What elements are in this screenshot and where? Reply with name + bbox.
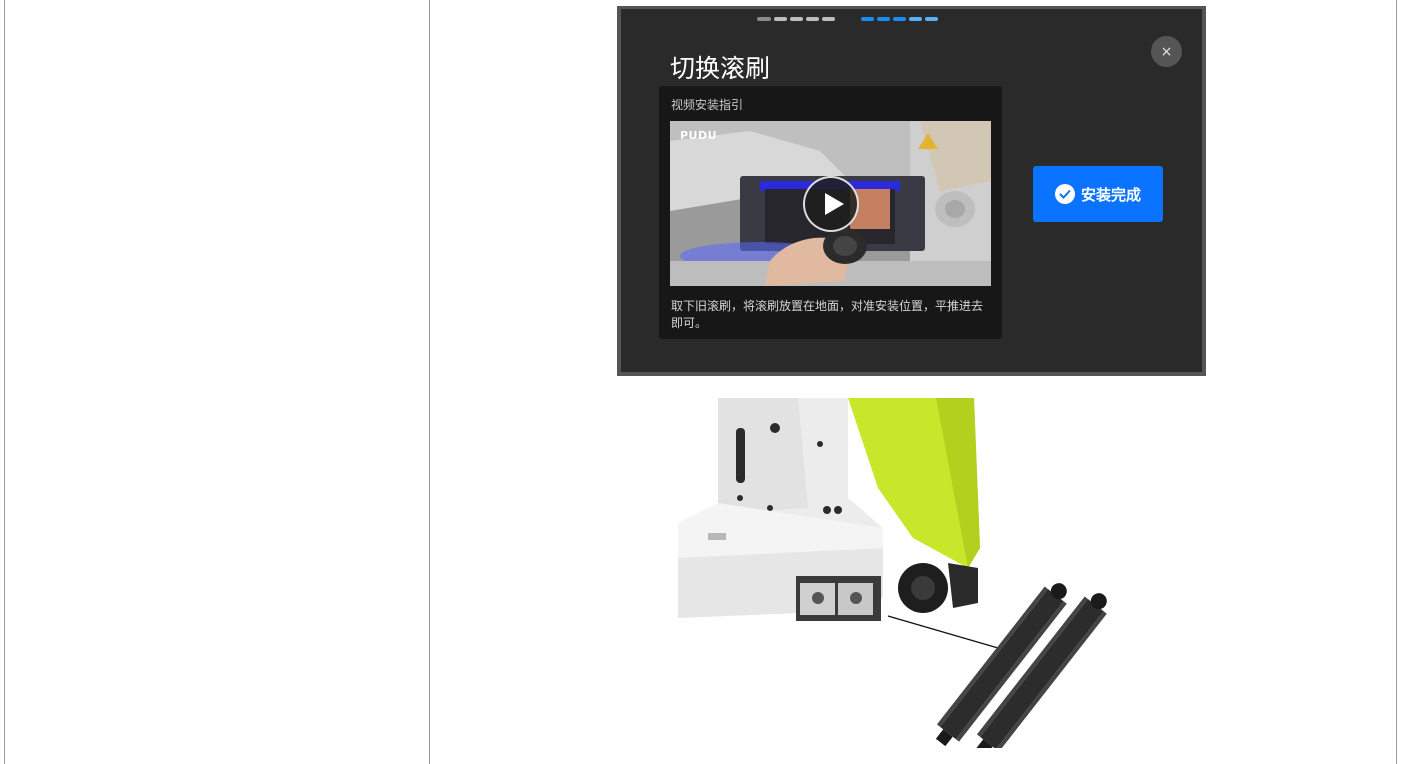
play-icon [825, 193, 844, 215]
play-button[interactable] [803, 176, 859, 232]
install-complete-label: 安装完成 [1080, 185, 1141, 204]
status-bar [621, 9, 1202, 27]
device-screenshot: 切换滚刷 × 视频安装指引 PUDU 取下旧滚刷，将滚刷放置在地面，对准安装位置… [617, 6, 1206, 376]
video-guide-description: 取下旧滚刷，将滚刷放置在地面，对准安装位置，平推进去即可。 [671, 299, 984, 330]
modal-title: 切换滚刷 [670, 54, 771, 83]
video-guide-label: 视频安装指引 [671, 98, 744, 112]
modal-dialog: 切换滚刷 × 视频安装指引 PUDU 取下旧滚刷，将滚刷放置在地面，对准安装位置… [621, 9, 1202, 372]
table-cell-left [5, 0, 429, 764]
close-button[interactable]: × [1151, 36, 1182, 67]
robot-roller-brush-illustration [678, 398, 1128, 757]
close-icon: × [1160, 43, 1173, 60]
check-circle-icon [1054, 184, 1075, 204]
video-player[interactable]: PUDU [670, 121, 991, 286]
video-guide-card: 视频安装指引 PUDU 取下旧滚刷，将滚刷放置在地面，对准安装位置，平推进去即可… [659, 86, 1002, 339]
video-brand-text: PUDU [680, 129, 718, 142]
install-complete-button[interactable]: 安装完成 [1033, 166, 1163, 222]
step-indicator-blue [861, 17, 938, 21]
step-indicator-grey [757, 17, 835, 21]
pudu-logo: PUDU [680, 129, 717, 142]
